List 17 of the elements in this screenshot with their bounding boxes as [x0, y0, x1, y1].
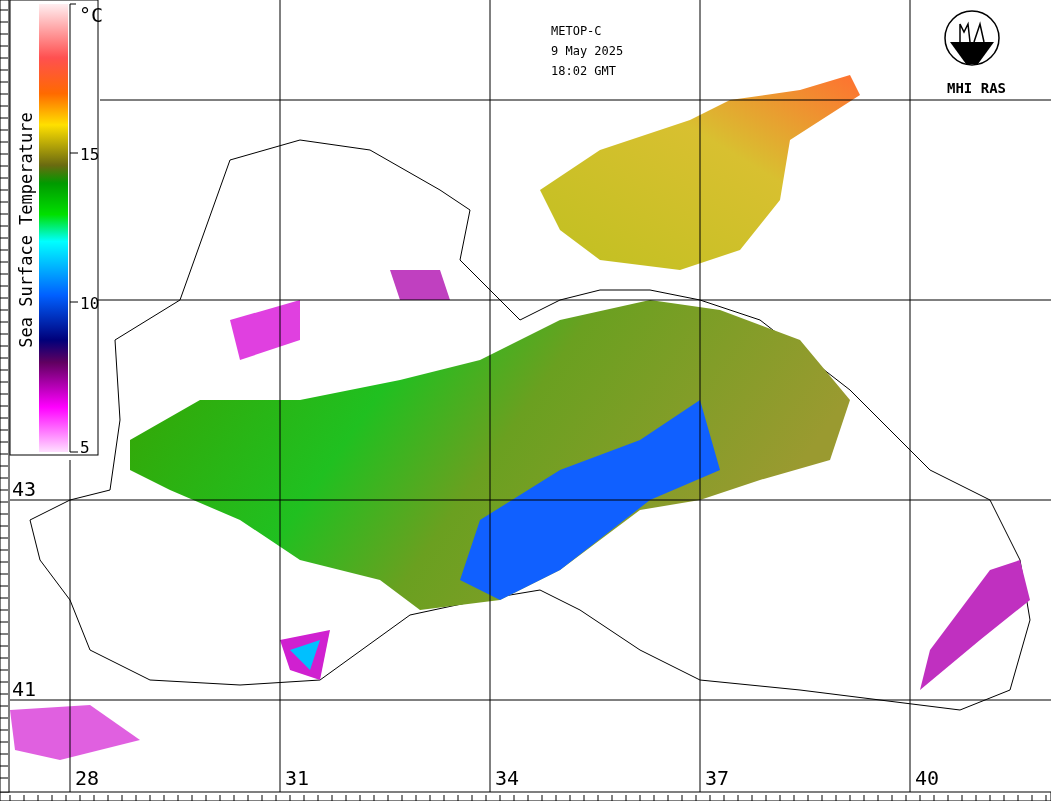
- legend-title: Sea Surface Temperature: [16, 112, 36, 348]
- longitude-label: 37: [705, 766, 730, 790]
- scale-tick-label: 10: [80, 294, 100, 313]
- unit-label: °C: [79, 3, 104, 27]
- scale-tick-label: 15: [80, 145, 100, 164]
- longitude-label: 40: [915, 766, 940, 790]
- longitude-label: 28: [75, 766, 100, 790]
- logo-text: MHI RAS: [947, 80, 1006, 96]
- image-date: 9 May 2025: [551, 44, 624, 58]
- image-time: 18:02 GMT: [551, 64, 617, 78]
- longitude-label: 31: [285, 766, 310, 790]
- latitude-label: 41: [12, 677, 37, 701]
- satellite-name: METOP-C: [551, 24, 602, 38]
- logo-icon: [944, 10, 1000, 66]
- latitude-label: 43: [12, 477, 37, 501]
- longitude-label: 34: [495, 766, 520, 790]
- scale-tick-label: 5: [80, 438, 90, 457]
